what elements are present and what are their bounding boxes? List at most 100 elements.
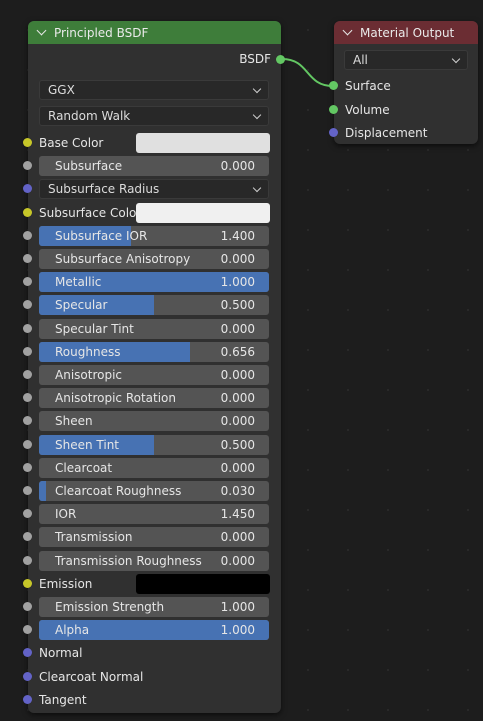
anisotropic-socket[interactable] [23,370,32,379]
surface-socket[interactable] [329,81,338,90]
principled-bsdf-node[interactable]: Principled BSDF BSDF GGX Random Walk Bas… [23,21,285,713]
specular-tint-slider[interactable]: Specular Tint 0.000 [39,318,269,339]
subsurface-radius-socket[interactable] [23,184,32,194]
alpha-slider[interactable]: Alpha 1.000 [39,620,269,641]
clearcoat-roughness-socket[interactable] [23,486,32,495]
roughness-value: 0.656 [220,344,255,359]
chevron-down-icon [252,184,262,193]
clearcoat-normal-socket[interactable] [23,671,32,681]
base-color-color-swatch[interactable] [136,133,270,153]
alpha-value: 1.000 [220,623,255,638]
subsurface-radius-label: Subsurface Radius [48,182,160,197]
volume-socket[interactable] [329,104,338,114]
clearcoat-roughness-slider[interactable]: Clearcoat Roughness 0.030 [39,481,269,501]
sheen-slider[interactable]: Sheen 0.000 [39,411,269,432]
roughness-socket[interactable] [23,346,32,356]
ior-label: IOR [55,507,77,522]
transmission-roughness-socket[interactable] [23,555,32,565]
subsurface-method-value: Random Walk [48,109,131,123]
clearcoat-slider[interactable]: Clearcoat 0.000 [39,457,269,478]
transmission-socket[interactable] [23,532,32,542]
specular-label: Specular [55,298,108,313]
subsurface-ior-slider[interactable]: Subsurface IOR 1.400 [39,225,269,246]
collapse-chevron-icon[interactable] [36,25,47,36]
surface-label: Surface [345,79,391,93]
input-row-anisotropic-rotation: Anisotropic Rotation 0.000 [23,388,281,409]
output-input-displacement: Displacement [329,123,478,143]
sheen-tint-socket[interactable] [23,439,32,449]
subsurface-ior-socket[interactable] [23,230,32,240]
sheen-label: Sheen [55,414,93,429]
output-target-dropdown[interactable]: All [344,50,468,70]
volume-label: Volume [345,102,390,117]
roughness-slider[interactable]: Roughness 0.656 [39,341,269,362]
sheen-tint-label: Sheen Tint [55,437,120,452]
anisotropic-value: 0.000 [220,368,255,382]
subsurface-ior-label: Subsurface IOR [55,228,148,243]
subsurface-radius-dropdown[interactable]: Subsurface Radius [39,179,269,200]
input-row-subsurface-ior: Subsurface IOR 1.400 [23,225,281,246]
metallic-slider[interactable]: Metallic 1.000 [39,272,269,293]
input-row-subsurface-radius: Subsurface Radius [23,179,281,200]
sheen-tint-slider[interactable]: Sheen Tint 0.500 [39,434,269,455]
base-color-socket[interactable] [23,138,32,147]
bsdf-node-header[interactable]: Principled BSDF [28,21,281,44]
specular-tint-socket[interactable] [23,323,32,333]
material-output-node[interactable]: Material Output All Surface Volume Displac… [329,21,478,144]
sheen-socket[interactable] [23,416,32,426]
emission-strength-value: 1.000 [220,600,255,614]
output-input-volume: Volume [329,100,478,120]
ior-slider[interactable]: IOR 1.450 [39,504,269,525]
subsurface-value: 0.000 [220,159,255,174]
subsurface-anisotropy-value: 0.000 [220,252,255,266]
tangent-socket[interactable] [23,694,32,704]
collapse-chevron-icon[interactable] [342,25,353,36]
subsurface-colo-color-swatch[interactable] [136,202,270,223]
specular-slider[interactable]: Specular 0.500 [39,295,269,316]
transmission-slider[interactable]: Transmission 0.000 [39,527,269,548]
specular-value: 0.500 [220,298,255,313]
subsurface-colo-socket[interactable] [23,207,32,217]
emission-strength-socket[interactable] [23,602,32,611]
anisotropic-label: Anisotropic [55,368,123,382]
subsurface-ior-value: 1.400 [220,228,255,243]
distribution-dropdown[interactable]: GGX [39,80,269,100]
emission-socket[interactable] [23,578,32,588]
subsurface-slider[interactable]: Subsurface 0.000 [39,156,269,177]
emission-strength-slider[interactable]: Emission Strength 1.000 [39,597,269,617]
input-row-roughness: Roughness 0.656 [23,341,281,362]
base-color-label: Base Color [39,136,104,150]
bsdf-output-row: BSDF [239,52,271,66]
sheen-tint-value: 0.500 [220,437,255,452]
clearcoat-roughness-label: Clearcoat Roughness [55,484,182,498]
output-target-value: All [353,53,368,67]
ior-socket[interactable] [23,509,32,519]
subsurface-method-dropdown[interactable]: Random Walk [39,106,269,126]
input-row-base-color: Base Color [23,133,281,153]
input-row-sheen-tint: Sheen Tint 0.500 [23,434,281,455]
subsurface-anisotropy-slider[interactable]: Subsurface Anisotropy 0.000 [39,249,269,269]
bsdf-output-socket[interactable] [276,55,285,64]
anisotropic-rotation-slider[interactable]: Anisotropic Rotation 0.000 [39,388,269,409]
transmission-roughness-slider[interactable]: Transmission Roughness 0.000 [39,550,269,571]
subsurface-socket[interactable] [23,161,32,171]
anisotropic-rotation-socket[interactable] [23,393,32,403]
output-node-header[interactable]: Material Output [334,21,478,44]
clearcoat-socket[interactable] [23,462,32,472]
input-row-subsurface: Subsurface 0.000 [23,156,281,177]
clearcoat-roughness-fill [39,481,46,501]
normal-label: Normal [39,646,83,661]
subsurface-anisotropy-socket[interactable] [23,254,32,263]
output-node-title: Material Output [360,25,455,40]
ior-value: 1.450 [220,507,255,522]
specular-socket[interactable] [23,300,32,310]
transmission-value: 0.000 [220,530,255,545]
displacement-socket[interactable] [329,128,338,137]
metallic-socket[interactable] [23,277,32,287]
normal-socket[interactable] [23,648,32,658]
alpha-socket[interactable] [23,625,32,635]
anisotropic-slider[interactable]: Anisotropic 0.000 [39,365,269,385]
input-row-transmission: Transmission 0.000 [23,527,281,548]
input-row-emission: Emission [23,573,281,594]
emission-color-swatch[interactable] [136,573,270,594]
